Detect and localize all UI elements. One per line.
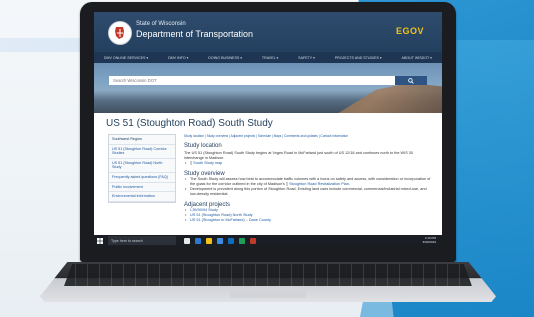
- overview-text-1-end: .: [348, 182, 350, 186]
- main-nav: DMV ONLINE SERVICES ▾ DMV INFO ▾ DOING B…: [94, 52, 442, 63]
- nav-item-doing-business[interactable]: DOING BUSINESS ▾: [208, 56, 242, 60]
- start-button[interactable]: [94, 235, 106, 246]
- laptop-keyboard: [64, 264, 472, 286]
- adjacent-project-link[interactable]: US 51 (Stoughton Road) North Study: [190, 213, 253, 217]
- overview-text-2: Development is prevalent along this port…: [190, 187, 427, 196]
- laptop-trackpad: [230, 290, 306, 298]
- hero-banner: [94, 63, 442, 117]
- state-name: State of Wisconsin: [136, 21, 186, 27]
- laptop-screen: State of Wisconsin Department of Transpo…: [94, 12, 442, 246]
- sidebar-item-north-study[interactable]: US 51 (Stoughton Road) North Study: [109, 159, 175, 173]
- file-explorer-icon[interactable]: [206, 237, 212, 244]
- sidebar-item-public-involvement[interactable]: Public involvement: [109, 183, 175, 193]
- store-icon[interactable]: [217, 237, 223, 244]
- nav-item-dmv-online-services[interactable]: DMV ONLINE SERVICES ▾: [104, 56, 148, 60]
- nav-item-safety[interactable]: SAFETY ▾: [298, 56, 315, 60]
- list-item: The South Study will assess how best to …: [184, 177, 432, 187]
- study-location-text: The US 51 (Stoughton Road) South Study b…: [184, 151, 414, 160]
- app-icon[interactable]: [250, 237, 256, 244]
- egov-badge[interactable]: EGOV: [396, 26, 424, 36]
- taskbar-apps: [184, 237, 256, 244]
- search-button[interactable]: [395, 76, 427, 85]
- adjacent-project-link[interactable]: I-39/90/94 Study: [190, 208, 218, 212]
- search-input[interactable]: [109, 76, 395, 85]
- nav-item-projects-and-studies[interactable]: PROJECTS AND STUDIES ▾: [335, 56, 382, 60]
- site-header: State of Wisconsin Department of Transpo…: [94, 12, 442, 52]
- revitalization-plan-link[interactable]: Stoughton Road Revitalization Plan: [289, 182, 349, 186]
- list-item: ▯ South Study map: [184, 161, 432, 166]
- hero-rocks-image: [332, 83, 442, 117]
- document-icon: ▯: [285, 182, 289, 186]
- taskbar-search-text: Type here to search: [111, 238, 143, 243]
- wisdot-logo[interactable]: [108, 21, 132, 45]
- south-study-map-link[interactable]: South Study map: [193, 161, 222, 165]
- page-title: US 51 (Stoughton Road) South Study: [106, 118, 273, 129]
- state-outline-icon: [115, 27, 124, 39]
- department-name: Department of Transportation: [136, 29, 254, 39]
- taskbar-search[interactable]: Type here to search: [108, 236, 176, 245]
- sidebar: Southwest Region US 51 (Stoughton Road) …: [108, 134, 176, 203]
- search-icon: [408, 77, 414, 84]
- task-view-icon[interactable]: [184, 237, 190, 244]
- nav-item-about-wisdot[interactable]: ABOUT WISDOT ▾: [402, 56, 432, 60]
- heading-study-location: Study location: [184, 143, 222, 149]
- page-content: US 51 (Stoughton Road) South Study South…: [94, 113, 442, 235]
- system-clock[interactable]: 2:10 PM 6/30/2019: [422, 236, 436, 244]
- adjacent-project-link[interactable]: US 51 (Stoughton to McFarland) – Dane Co…: [190, 218, 271, 222]
- windows-taskbar: Type here to search 2:10 PM 6/30/2019: [94, 235, 442, 246]
- sidebar-item-faq[interactable]: Frequently asked questions (FAQ): [109, 173, 175, 183]
- nav-item-travel[interactable]: TRAVEL ▾: [262, 56, 278, 60]
- sidebar-item-environmental-information[interactable]: Environmental information: [109, 192, 175, 202]
- nav-item-dmv-info[interactable]: DMV INFO ▾: [168, 56, 188, 60]
- clock-date: 6/30/2019: [422, 239, 436, 244]
- list-item: Development is prevalent along this port…: [184, 187, 432, 197]
- main-article: Study location | Study overview | Adjace…: [184, 134, 432, 223]
- map-document-icon: ▯: [190, 161, 193, 165]
- sidebar-item-corridor-studies[interactable]: US 51 (Stoughton Road) Corridor Studies: [109, 145, 175, 159]
- windows-logo-icon: [97, 237, 103, 244]
- list-item: US 51 (Stoughton to McFarland) – Dane Co…: [184, 218, 432, 223]
- section-jump-links[interactable]: Study location | Study overview | Adjace…: [184, 134, 432, 138]
- mail-icon[interactable]: [228, 237, 234, 244]
- sidebar-item-southwest-region[interactable]: Southwest Region: [109, 135, 175, 145]
- edge-browser-icon[interactable]: [195, 237, 201, 244]
- app-icon[interactable]: [239, 237, 245, 244]
